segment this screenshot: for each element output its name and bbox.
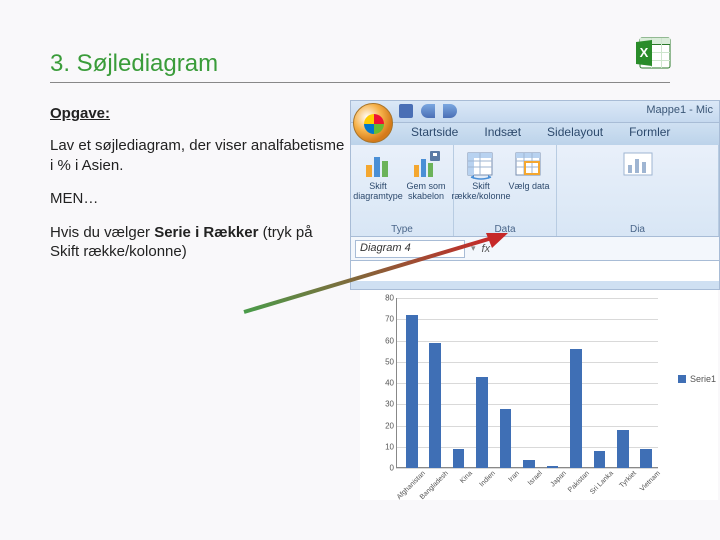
bar[interactable] — [429, 343, 441, 468]
chart-legend: Serie1 — [678, 374, 716, 384]
btn-label: Gem som skabelon — [405, 182, 447, 202]
y-axis: 01020304050607080 — [378, 298, 396, 468]
slide-title: 3. Søjlediagram — [50, 50, 670, 83]
bar[interactable] — [640, 449, 652, 468]
layout-icon — [622, 149, 654, 181]
switch-row-column-button[interactable]: Skift række/kolonne — [460, 149, 502, 202]
tab-indsaet[interactable]: Indsæt — [472, 123, 533, 145]
y-tick-label: 0 — [390, 464, 394, 473]
instruction-pre: Hvis du vælger — [50, 224, 154, 241]
tab-formler[interactable]: Formler — [617, 123, 682, 145]
quick-access-toolbar — [399, 104, 457, 120]
select-data-button[interactable]: Vælg data — [508, 149, 550, 202]
select-data-icon — [513, 149, 545, 181]
gridline — [396, 468, 658, 469]
titlebar: Mappe1 - Mic — [351, 101, 719, 123]
btn-label: Skift række/kolonne — [451, 182, 510, 202]
bar[interactable] — [406, 315, 418, 468]
group-label: Dia — [630, 224, 645, 235]
group-label: Data — [494, 224, 515, 235]
bar[interactable] — [476, 377, 488, 468]
chart-type-icon — [362, 149, 394, 181]
bar[interactable] — [547, 466, 559, 468]
bar[interactable] — [453, 449, 465, 468]
tab-sidelayout[interactable]: Sidelayout — [535, 123, 615, 145]
instruction-text: Hvis du vælger Serie i Rækker (tryk på S… — [50, 223, 345, 262]
formula-bar-row: Diagram 4 ▾ fx — [351, 237, 719, 261]
ribbon: Skift diagramtype Gem som skabelon Type … — [351, 145, 719, 237]
switch-rowcol-icon — [465, 149, 497, 181]
group-data: Skift række/kolonne Vælg data Data — [454, 145, 557, 236]
plot-area: 01020304050607080 — [378, 298, 658, 468]
group-layouts: Dia — [557, 145, 719, 236]
undo-icon[interactable] — [421, 104, 435, 118]
ribbon-tabs: Startside Indsæt Sidelayout Formler — [351, 123, 719, 145]
save-icon[interactable] — [399, 104, 413, 118]
y-tick-label: 70 — [385, 315, 394, 324]
chart-save-icon — [410, 149, 442, 181]
worksheet-area[interactable] — [351, 261, 719, 281]
btn-label: Skift diagramtype — [353, 182, 403, 202]
task-text: Lav et søjlediagram, der viser analfabet… — [50, 136, 345, 175]
redo-icon[interactable] — [443, 104, 457, 118]
group-label: Type — [391, 224, 413, 235]
bar[interactable] — [523, 460, 535, 469]
task-heading: Opgave: — [50, 105, 345, 122]
chart-layout-button[interactable] — [617, 149, 659, 182]
y-tick-label: 80 — [385, 294, 394, 303]
instruction-bold: Serie i Rækker — [154, 224, 258, 241]
namebox-dropdown-icon[interactable]: ▾ — [471, 243, 476, 254]
btn-label: Vælg data — [508, 182, 549, 192]
group-type: Skift diagramtype Gem som skabelon Type — [351, 145, 454, 236]
x-axis-labels: AfghanistanBangladeshKinaIndienIranIsrae… — [400, 470, 676, 498]
workbook-name: Mappe1 - Mic — [646, 104, 713, 116]
svg-text:X: X — [640, 45, 649, 60]
y-tick-label: 60 — [385, 336, 394, 345]
legend-swatch — [678, 375, 686, 383]
bar[interactable] — [594, 451, 606, 468]
excel-window: Mappe1 - Mic Startside Indsæt Sidelayout… — [350, 100, 720, 290]
bar[interactable] — [500, 409, 512, 469]
bar[interactable] — [570, 349, 582, 468]
but-text: MEN… — [50, 189, 345, 209]
y-tick-label: 10 — [385, 442, 394, 451]
bars-container — [400, 298, 656, 468]
y-tick-label: 50 — [385, 357, 394, 366]
y-tick-label: 20 — [385, 421, 394, 430]
excel-logo-icon: X — [634, 32, 674, 72]
y-axis-line — [396, 298, 397, 468]
bar-chart[interactable]: 0 10 20 30 40 50 60 70 80 AfghanistanBangladeshK… — [360, 290, 718, 500]
name-box[interactable]: Diagram 4 — [355, 240, 465, 258]
legend-label: Serie1 — [690, 374, 716, 384]
fx-label[interactable]: fx — [482, 243, 491, 255]
bar[interactable] — [617, 430, 629, 468]
change-chart-type-button[interactable]: Skift diagramtype — [357, 149, 399, 202]
y-tick-label: 40 — [385, 379, 394, 388]
tab-startside[interactable]: Startside — [399, 123, 470, 145]
y-tick-label: 30 — [385, 400, 394, 409]
save-as-template-button[interactable]: Gem som skabelon — [405, 149, 447, 202]
office-button[interactable] — [353, 103, 393, 143]
